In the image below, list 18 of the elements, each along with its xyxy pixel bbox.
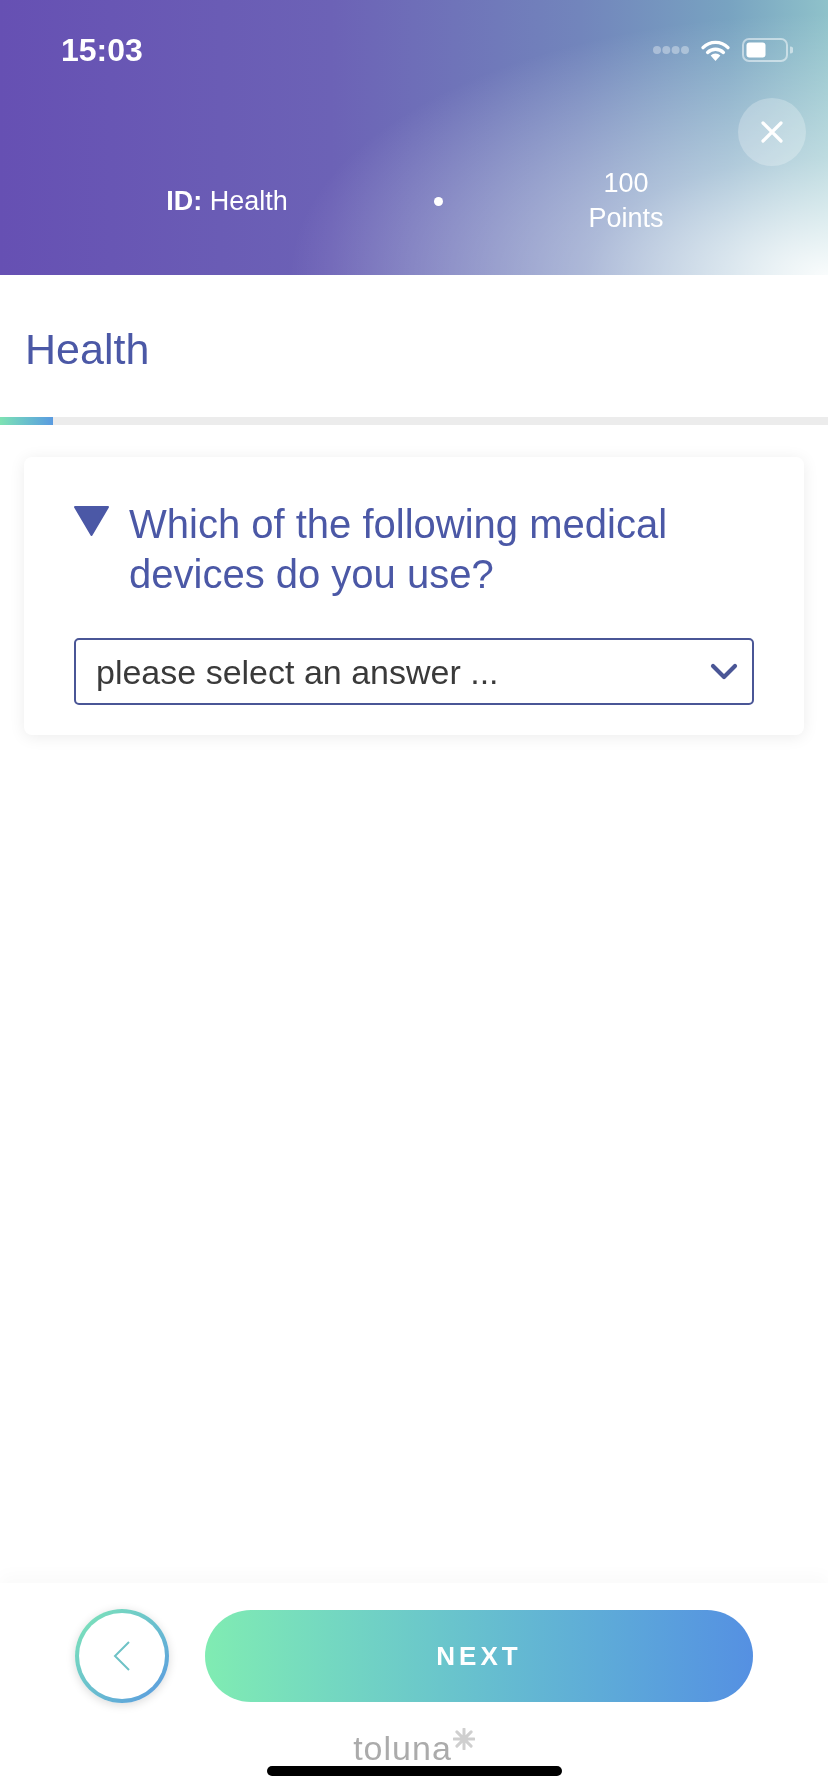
battery-icon: [742, 38, 793, 62]
back-button[interactable]: [75, 1609, 169, 1703]
dot-icon: [433, 196, 443, 206]
page-title: Health: [25, 324, 150, 374]
wifi-icon: [700, 39, 731, 61]
signal-icon: [653, 46, 689, 54]
chevron-left-icon: [113, 1641, 131, 1671]
status-time: 15:03: [61, 34, 143, 66]
survey-id: ID: Health: [166, 184, 288, 218]
question-text: Which of the following medical devices do you use?: [129, 501, 669, 598]
chevron-down-icon: [710, 662, 738, 681]
asterisk-icon: [452, 1728, 475, 1750]
close-icon: [761, 121, 783, 143]
answer-dropdown[interactable]: please select an answer ...: [74, 638, 754, 705]
points-label: Points: [588, 202, 664, 235]
points-value: 100: [603, 167, 649, 200]
triangle-icon: [74, 506, 109, 536]
brand-name: toluna: [353, 1731, 452, 1765]
